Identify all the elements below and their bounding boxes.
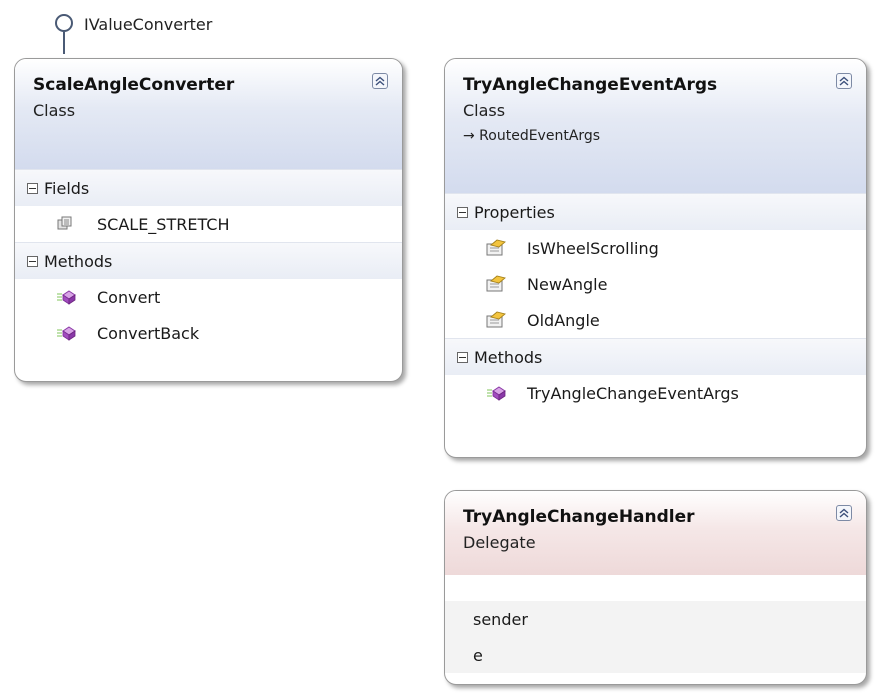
collapse-button[interactable]	[836, 73, 852, 89]
section-label: Methods	[44, 251, 113, 271]
member-method[interactable]: TryAngleChangeEventArgs	[445, 375, 866, 411]
section-label: Fields	[44, 178, 90, 198]
method-icon	[57, 290, 76, 305]
class-shape-try-angle-change-event-args[interactable]: TryAngleChangeEventArgs Class → RoutedEv…	[444, 58, 867, 458]
delegate-header: TryAngleChangeHandler Delegate	[445, 491, 866, 575]
member-label: SCALE_STRETCH	[97, 214, 230, 234]
double-chevron-up-icon	[375, 76, 385, 86]
class-kind: Class	[463, 101, 506, 120]
member-label: ConvertBack	[97, 323, 200, 343]
base-class-label: → RoutedEventArgs	[463, 128, 601, 144]
class-header: TryAngleChangeEventArgs Class → RoutedEv…	[445, 59, 866, 193]
delegate-shape-try-angle-change-handler[interactable]: TryAngleChangeHandler Delegate sender e	[444, 490, 867, 685]
delegate-parameters: sender e	[445, 601, 866, 673]
section-label: Properties	[474, 202, 555, 222]
collapse-section-icon[interactable]	[457, 351, 468, 363]
method-icon	[487, 386, 506, 401]
section-methods[interactable]: Methods	[445, 338, 866, 375]
member-label: Convert	[97, 287, 161, 307]
section-properties[interactable]: Properties	[445, 193, 866, 230]
member-method[interactable]: ConvertBack	[15, 315, 402, 351]
double-chevron-up-icon	[839, 508, 849, 518]
parameter-label: e	[473, 645, 483, 665]
method-icon	[57, 326, 76, 341]
collapse-section-icon[interactable]	[27, 182, 38, 194]
member-method[interactable]: Convert	[15, 279, 402, 315]
interface-lollipop: IValueConverter	[50, 12, 270, 54]
interface-lollipop-icon	[55, 14, 73, 32]
section-methods[interactable]: Methods	[15, 242, 402, 279]
member-property[interactable]: NewAngle	[445, 266, 866, 302]
property-icon	[486, 239, 506, 256]
section-label: Methods	[474, 347, 543, 367]
member-property[interactable]: IsWheelScrolling	[445, 230, 866, 266]
parameter-row[interactable]: e	[445, 637, 866, 673]
class-kind: Class	[33, 101, 76, 120]
class-body: Properties IsWheelScrolling NewAngle Old…	[445, 193, 866, 411]
member-property[interactable]: OldAngle	[445, 302, 866, 338]
property-icon	[486, 311, 506, 328]
member-label: NewAngle	[527, 274, 608, 294]
collapse-section-icon[interactable]	[457, 206, 468, 218]
delegate-kind: Delegate	[463, 533, 536, 552]
collapse-section-icon[interactable]	[27, 255, 38, 267]
class-header: ScaleAngleConverter Class	[15, 59, 402, 169]
double-chevron-up-icon	[839, 76, 849, 86]
interface-connector	[63, 32, 65, 54]
parameter-label: sender	[473, 609, 528, 629]
parameter-row[interactable]: sender	[445, 601, 866, 637]
field-icon	[57, 216, 72, 230]
section-fields[interactable]: Fields	[15, 169, 402, 206]
member-label: TryAngleChangeEventArgs	[527, 383, 739, 403]
collapse-button[interactable]	[372, 73, 388, 89]
collapse-button[interactable]	[836, 505, 852, 521]
delegate-title: TryAngleChangeHandler	[463, 507, 695, 527]
class-title: TryAngleChangeEventArgs	[463, 75, 718, 95]
member-field[interactable]: SCALE_STRETCH	[15, 206, 402, 242]
class-shape-scale-angle-converter[interactable]: ScaleAngleConverter Class Fields SCALE_S…	[14, 58, 403, 382]
member-label: OldAngle	[527, 310, 600, 330]
class-title: ScaleAngleConverter	[33, 75, 235, 95]
member-label: IsWheelScrolling	[527, 238, 659, 258]
class-body: Fields SCALE_STRETCH Methods Convert Con…	[15, 169, 402, 351]
property-icon	[486, 275, 506, 292]
interface-label: IValueConverter	[84, 15, 213, 34]
